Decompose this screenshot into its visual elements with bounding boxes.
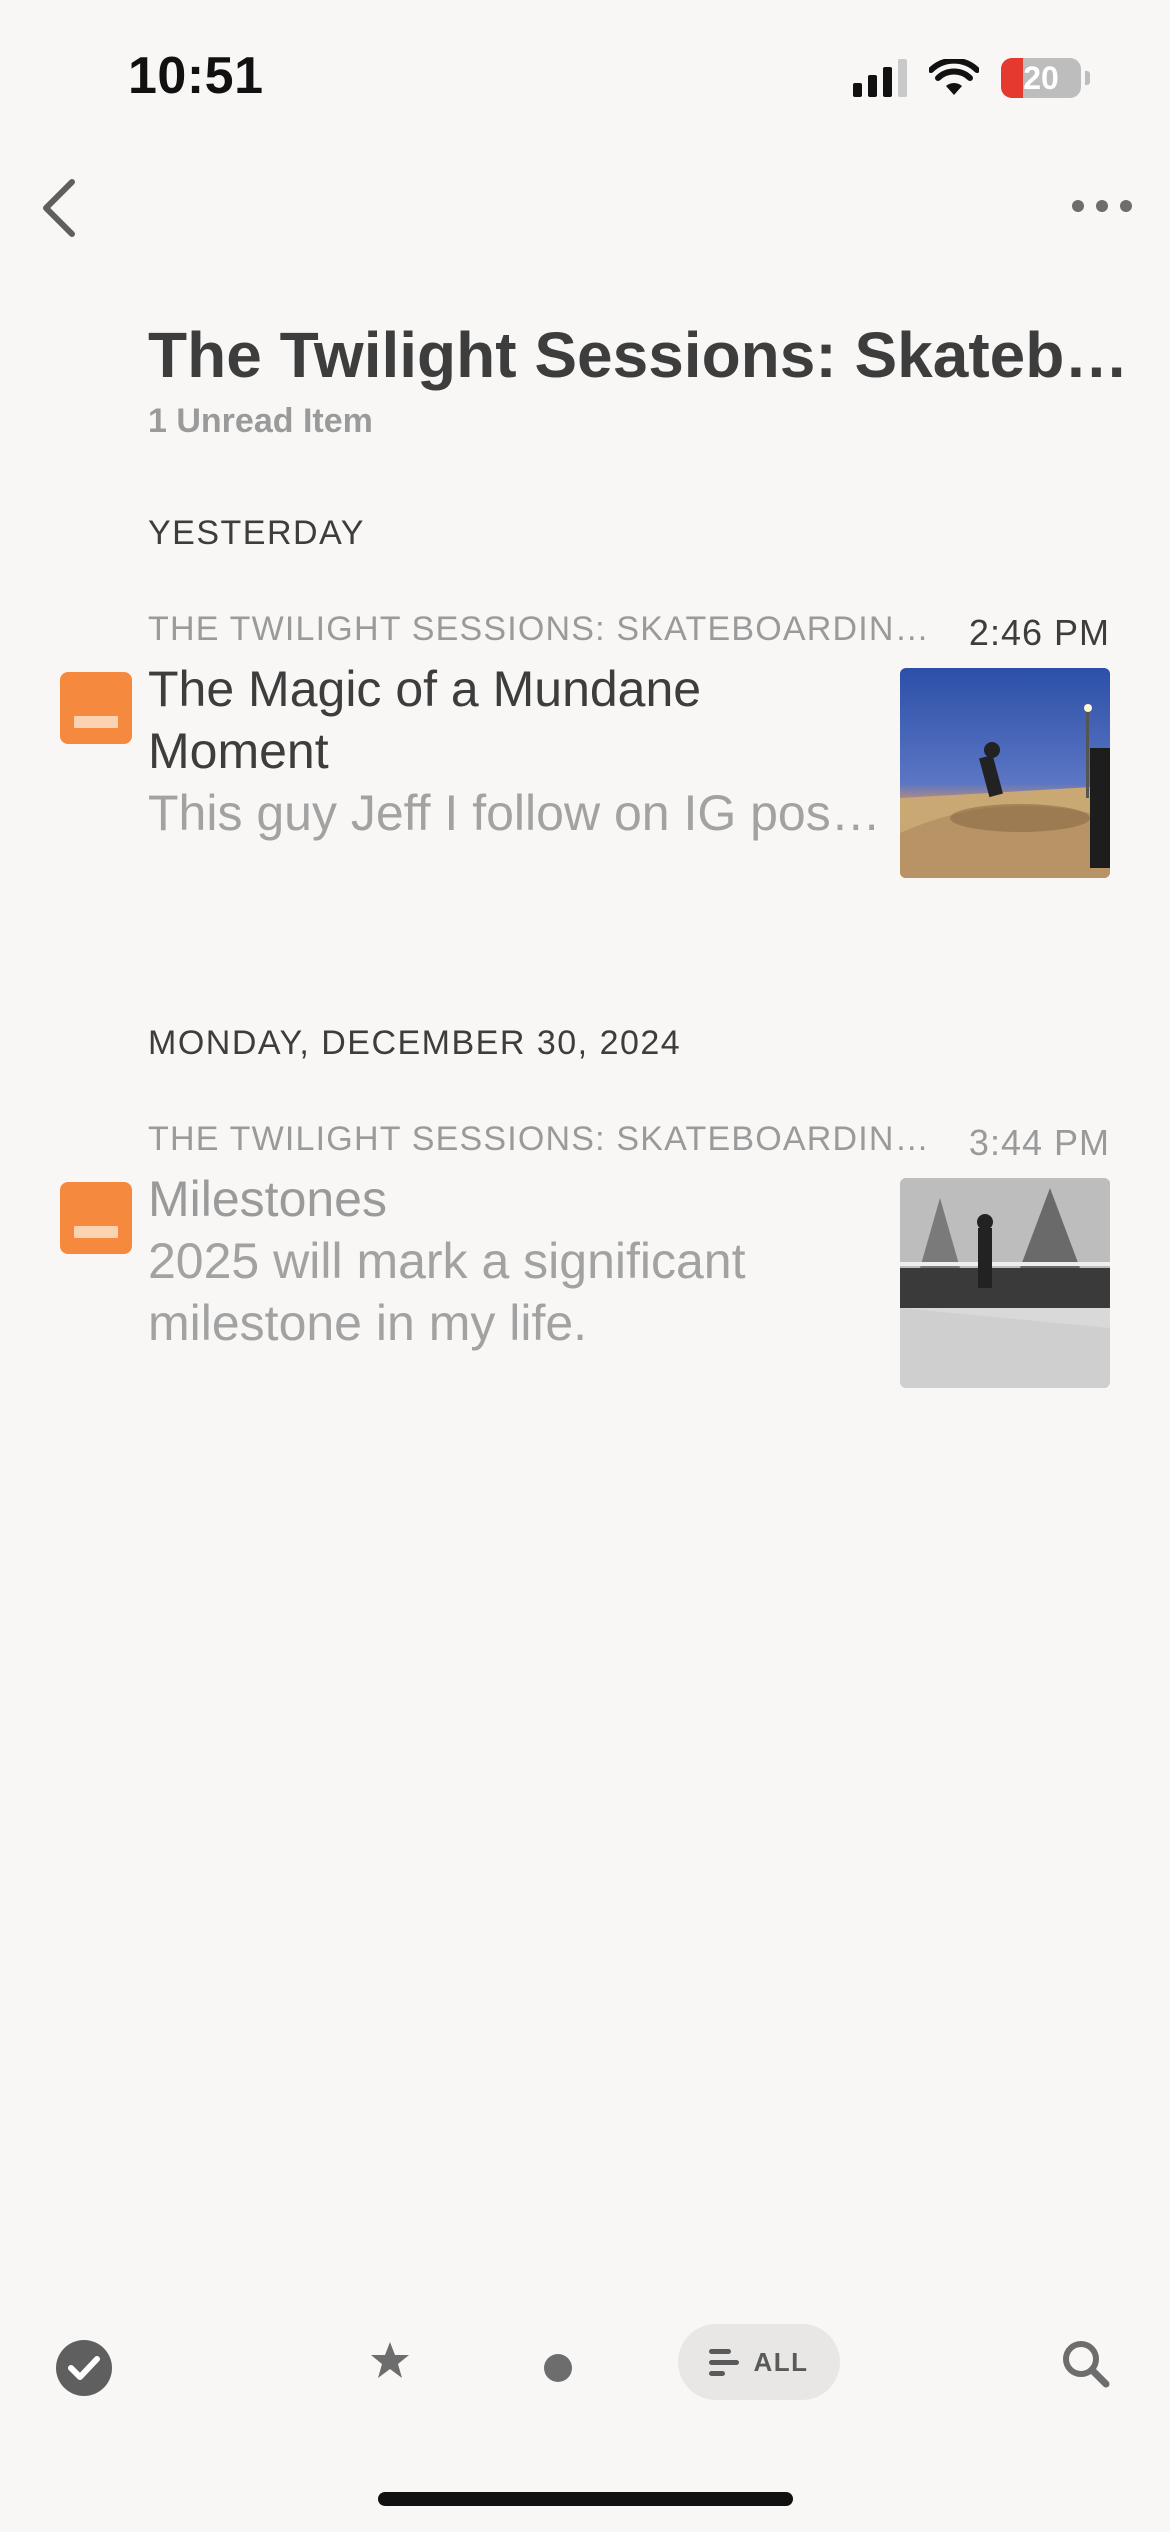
article-title: Milestones	[148, 1171, 387, 1227]
wifi-icon	[929, 59, 979, 95]
unread-count: 1 Unread Item	[148, 402, 373, 440]
mark-all-read-button[interactable]	[56, 2340, 112, 2396]
checkmark-circle-icon	[68, 2356, 100, 2380]
search-button[interactable]	[1058, 2336, 1114, 2392]
feed-icon	[60, 1182, 132, 1254]
article-source: THE TWILIGHT SESSIONS: SKATEBOARDING…	[148, 1120, 938, 1158]
article-list-item[interactable]: THE TWILIGHT SESSIONS: SKATEBOARDING… 3:…	[0, 1120, 1170, 1388]
feed-icon	[60, 672, 132, 744]
article-time: 3:44 PM	[968, 1122, 1110, 1163]
all-filter-button[interactable]: ALL	[678, 2324, 840, 2400]
article-excerpt: This guy Jeff I follow on IG pos…	[148, 785, 881, 841]
article-thumbnail	[900, 1178, 1110, 1388]
article-excerpt: 2025 will mark a significant milestone i…	[148, 1233, 746, 1351]
article-title: The Magic of a Mundane Moment	[148, 661, 702, 779]
unread-filter-button[interactable]	[544, 2354, 572, 2382]
cellular-signal-icon	[853, 59, 907, 97]
chevron-left-icon	[43, 179, 75, 237]
article-thumbnail	[900, 668, 1110, 878]
back-button[interactable]	[36, 176, 88, 240]
starred-filter-button[interactable]	[364, 2334, 416, 2386]
article-source: THE TWILIGHT SESSIONS: SKATEBOARDING…	[148, 610, 938, 648]
battery-icon: 20	[1001, 58, 1081, 98]
article-time: 2:46 PM	[968, 612, 1110, 653]
section-header-dec-30: MONDAY, DECEMBER 30, 2024	[148, 1024, 682, 1062]
bottom-toolbar: ALL	[0, 2320, 1170, 2410]
all-filter-label: ALL	[753, 2346, 809, 2377]
status-bar: 10:51 20	[0, 0, 1170, 150]
status-icons: 20	[853, 56, 1090, 100]
search-icon	[1063, 2341, 1110, 2388]
section-header-yesterday: YESTERDAY	[148, 514, 365, 552]
more-options-button[interactable]	[1072, 186, 1132, 226]
status-time: 10:51	[128, 47, 264, 105]
article-list-item[interactable]: THE TWILIGHT SESSIONS: SKATEBOARDING… 2:…	[0, 610, 1170, 878]
page-title: The Twilight Sessions: Skateb…	[148, 319, 1129, 391]
star-icon	[371, 2342, 409, 2378]
ellipsis-icon	[1072, 200, 1084, 212]
battery-level: 20	[1023, 59, 1059, 96]
list-icon	[709, 2348, 740, 2376]
home-indicator[interactable]	[378, 2492, 793, 2506]
